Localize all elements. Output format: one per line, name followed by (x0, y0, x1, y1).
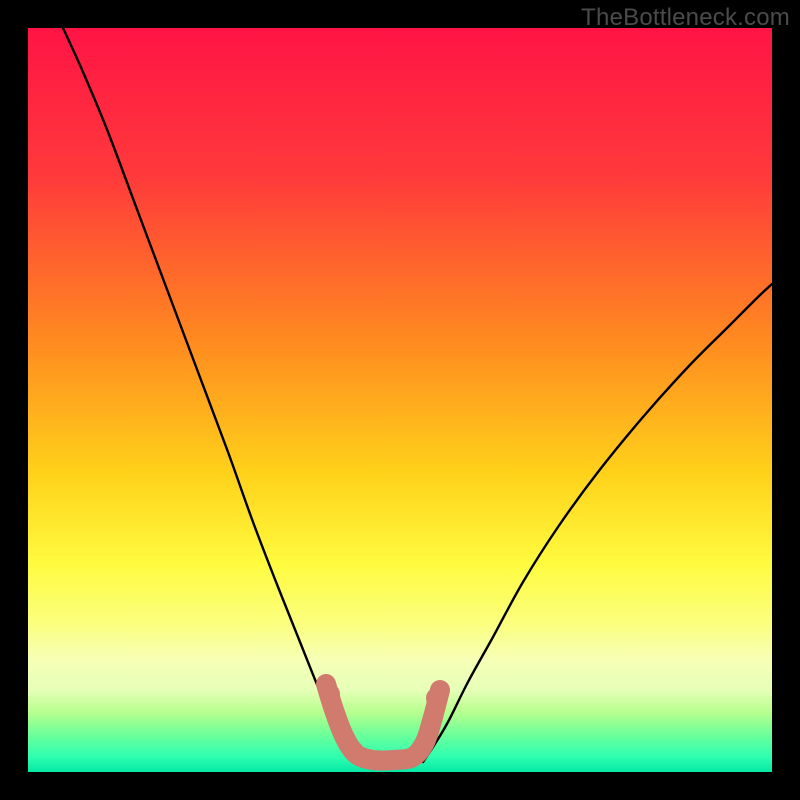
gradient-bg (28, 28, 772, 772)
plot-area (28, 28, 772, 772)
marker-inner (345, 741, 363, 759)
marker-right (426, 688, 446, 708)
chart-frame: TheBottleneck.com (0, 0, 800, 800)
chart-svg (28, 28, 772, 772)
marker-left (320, 684, 340, 704)
